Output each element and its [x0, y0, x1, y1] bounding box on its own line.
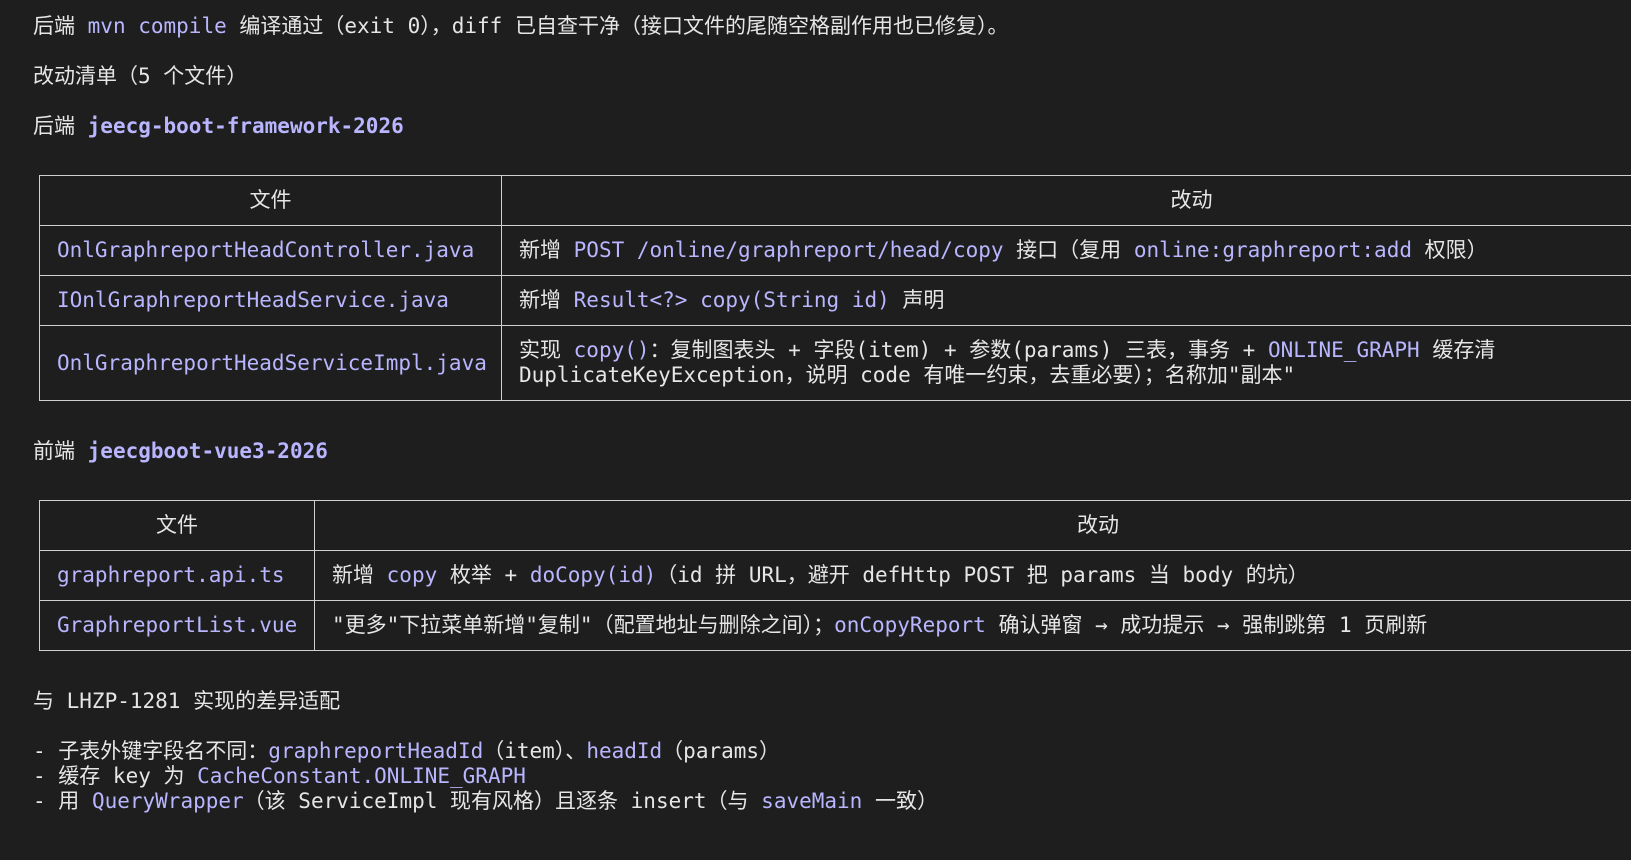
diff-heading: 与 LHZP-1281 实现的差异适配: [33, 689, 341, 713]
diff-list-item: - 缓存 key 为 CacheConstant.ONLINE_GRAPH: [33, 763, 526, 789]
text-segment: ：复制图表头 + 字段(item) + 参数(params) 三表，事务 +: [649, 338, 1268, 362]
text-segment: 枚举 +: [437, 563, 530, 587]
backend-heading: 后端 jeecg-boot-framework-2026: [33, 113, 404, 139]
text-segment: - 用: [33, 789, 92, 813]
change-cell: 新增 Result<?> copy(String id) 声明: [501, 275, 1631, 326]
text-segment: （params）: [662, 739, 781, 763]
text-segment: "更多"下拉菜单新增"复制"（配置地址与删除之间）；: [332, 613, 835, 637]
backend-changes-table: 文件 改动 OnlGraphreportHeadController.java …: [39, 175, 1631, 401]
text-segment: 声明: [889, 288, 945, 312]
text-segment: 新增: [519, 288, 574, 312]
inline-code: graphreportHeadId: [268, 739, 484, 763]
change-cell: 实现 copy()：复制图表头 + 字段(item) + 参数(params) …: [501, 325, 1631, 401]
inline-code: QueryWrapper: [91, 789, 244, 813]
inline-code: Result<?> copy(String id): [573, 288, 890, 312]
column-header-change: 改动: [314, 500, 1631, 551]
text-segment: 权限）: [1411, 238, 1488, 262]
text-segment: （id 拼 URL，避开 defHttp POST 把 params 当 bod…: [656, 563, 1309, 587]
table-row: OnlGraphreportHeadServiceImpl.java 实现 co…: [39, 325, 1631, 401]
frontend-heading: 前端 jeecgboot-vue3-2026: [33, 438, 328, 464]
file-name-cell: GraphreportList.vue: [39, 600, 315, 651]
text-segment: （该 ServiceImpl 现有风格）且逐条 insert（与: [243, 789, 762, 813]
inline-code: copy(): [573, 338, 650, 362]
table-header-row: 文件 改动: [39, 500, 1631, 551]
file-name-cell: graphreport.api.ts: [39, 550, 315, 601]
text-segment: 新增: [332, 563, 387, 587]
inline-code: CacheConstant.ONLINE_GRAPH: [197, 764, 526, 788]
text-segment: 接口（复用: [1003, 238, 1134, 262]
inline-code: POST /online/graphreport/head/copy: [573, 238, 1004, 262]
table-row: IOnlGraphreportHeadService.java 新增 Resul…: [39, 275, 1631, 326]
backend-repo-name: jeecg-boot-framework-2026: [87, 114, 404, 138]
table-header-row: 文件 改动: [39, 175, 1631, 226]
file-name-cell: IOnlGraphreportHeadService.java: [39, 275, 502, 326]
inline-code: headId: [586, 739, 663, 763]
text-segment: 确认弹窗 → 成功提示 → 强制跳第 1 页刷新: [985, 613, 1428, 637]
column-header-file: 文件: [39, 500, 315, 551]
text-segment: 实现: [519, 338, 574, 362]
inline-code: onCopyReport: [834, 613, 986, 637]
summary-text: 后端: [33, 14, 88, 38]
summary-text: 编译通过（exit 0），diff 已自查干净（接口文件的尾随空格副作用也已修复…: [226, 14, 1009, 38]
change-line: DuplicateKeyException，说明 code 有唯一约束，去重必要…: [519, 363, 1631, 388]
change-line: 实现 copy()：复制图表头 + 字段(item) + 参数(params) …: [519, 338, 1631, 363]
text-segment: 缓存清: [1419, 338, 1496, 362]
frontend-prefix: 前端: [33, 439, 88, 463]
changes-heading: 改动清单（5 个文件）: [33, 64, 248, 88]
frontend-repo-name: jeecgboot-vue3-2026: [87, 439, 328, 463]
inline-code: mvn compile: [87, 14, 227, 38]
text-segment: 新增: [519, 238, 574, 262]
column-header-change: 改动: [501, 175, 1631, 226]
change-cell: 新增 copy 枚举 + doCopy(id)（id 拼 URL，避开 defH…: [314, 550, 1631, 601]
text-segment: 一致）: [862, 789, 938, 813]
diff-list-item: - 子表外键字段名不同：graphreportHeadId（item）、head…: [33, 738, 780, 764]
frontend-changes-table: 文件 改动 graphreport.api.ts 新增 copy 枚举 + do…: [39, 500, 1631, 651]
inline-code: saveMain: [761, 789, 863, 813]
backend-prefix: 后端: [33, 114, 88, 138]
text-segment: - 缓存 key 为: [33, 764, 198, 788]
file-name-cell: OnlGraphreportHeadController.java: [39, 225, 502, 276]
change-cell: 新增 POST /online/graphreport/head/copy 接口…: [501, 225, 1631, 276]
table-row: graphreport.api.ts 新增 copy 枚举 + doCopy(i…: [39, 550, 1631, 601]
text-segment: - 子表外键字段名不同：: [33, 739, 269, 763]
text-segment: DuplicateKeyException，说明 code 有唯一约束，去重必要…: [519, 363, 1296, 387]
table-row: GraphreportList.vue "更多"下拉菜单新增"复制"（配置地址与…: [39, 600, 1631, 651]
summary-line: 后端 mvn compile 编译通过（exit 0），diff 已自查干净（接…: [33, 13, 1008, 39]
text-segment: （item）、: [483, 739, 587, 763]
inline-code: copy: [386, 563, 438, 587]
change-cell: "更多"下拉菜单新增"复制"（配置地址与删除之间）；onCopyReport 确…: [314, 600, 1631, 651]
inline-code: doCopy(id): [529, 563, 657, 587]
column-header-file: 文件: [39, 175, 502, 226]
inline-code: online:graphreport:add: [1133, 238, 1412, 262]
inline-code: ONLINE_GRAPH: [1267, 338, 1420, 362]
table-row: OnlGraphreportHeadController.java 新增 POS…: [39, 225, 1631, 276]
diff-list-item: - 用 QueryWrapper（该 ServiceImpl 现有风格）且逐条 …: [33, 788, 938, 814]
file-name-cell: OnlGraphreportHeadServiceImpl.java: [39, 325, 502, 401]
